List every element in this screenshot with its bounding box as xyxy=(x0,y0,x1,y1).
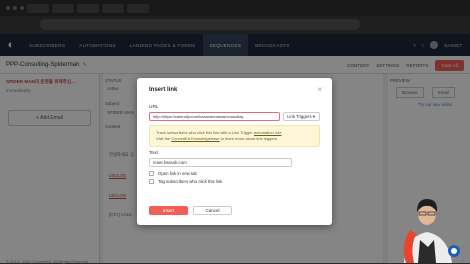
tag-subscribers-option[interactable]: Tag subscribers who click this link xyxy=(149,179,222,184)
info-text: to learn more about link triggers. xyxy=(220,136,279,141)
text-input[interactable]: reset.hassok.com xyxy=(149,158,292,167)
cancel-button[interactable]: Cancel xyxy=(193,206,232,215)
close-icon[interactable]: × xyxy=(317,85,322,94)
dialog-title: Insert link xyxy=(149,87,178,93)
checkbox-label: Open link in new tab xyxy=(158,171,197,176)
insert-button[interactable]: Insert xyxy=(149,206,188,215)
automation-rule-link[interactable]: automation rule xyxy=(254,130,282,135)
open-new-tab-option[interactable]: Open link in new tab xyxy=(149,171,197,176)
link-triggers-dropdown[interactable]: Link Triggers ▾ xyxy=(283,112,320,121)
url-input[interactable]: http://https://calendly.com/hasandonanas… xyxy=(149,112,280,121)
info-text: Visit the xyxy=(156,136,171,141)
presenter-webcam xyxy=(403,199,460,263)
checkbox[interactable] xyxy=(149,179,154,184)
info-text: Track subscribers who click this link wi… xyxy=(156,130,253,135)
url-label: URL xyxy=(149,105,159,110)
knowledgebase-link[interactable]: ConvertKit Knowledgebase xyxy=(171,136,219,141)
insert-link-dialog: Insert link × URL http://https://calendl… xyxy=(137,78,332,225)
checkbox[interactable] xyxy=(149,171,154,176)
link-trigger-info: Track subscribers who click this link wi… xyxy=(149,125,320,147)
checkbox-label: Tag subscribers who click this link xyxy=(158,179,223,184)
text-label: Text xyxy=(149,151,158,156)
